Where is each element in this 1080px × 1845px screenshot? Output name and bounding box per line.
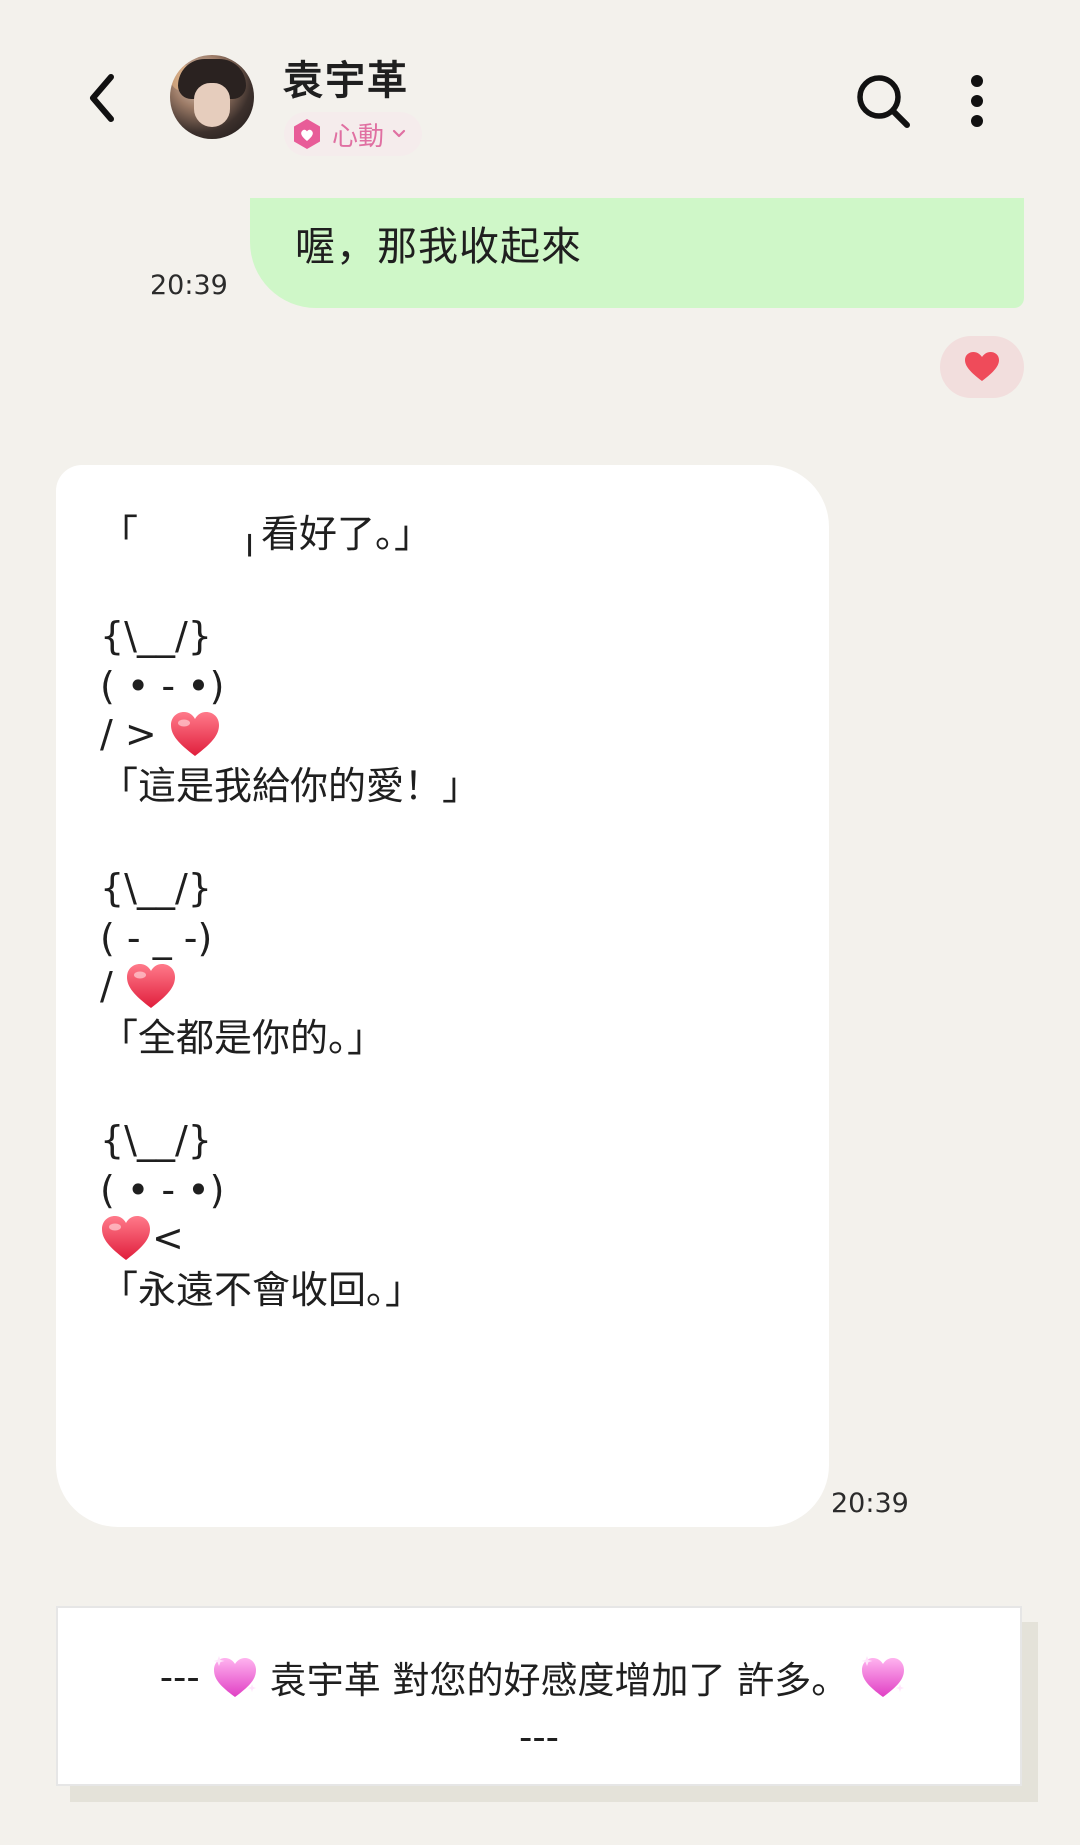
message-line: / [100,964,125,1008]
chat-header: 袁宇革 心動 [0,0,1080,190]
message-line: / > [100,712,169,756]
red-heart-emoji-icon [170,712,219,756]
chevron-left-icon [90,74,114,122]
contact-name[interactable]: 袁宇革 [283,48,409,106]
message-line: 「這是我給你的愛！」 [100,764,481,808]
avatar[interactable] [170,55,254,139]
message-line: ( • - •) [100,1168,225,1212]
sparkling-heart-icon [861,1656,905,1697]
message-line-with-heart: / > [100,709,221,759]
more-options-button[interactable] [960,70,994,132]
message-line: 「永遠不會收回。」 [100,1268,424,1312]
message-line: ( - _ -) [100,916,213,960]
notice-line: --- 袁宇革 對您的好感度增加了 許多。 [58,1650,1020,1704]
received-message-time: 20:39 [831,1488,909,1519]
message-line-with-heart: / [100,961,177,1011]
heart-reaction[interactable] [940,336,1024,398]
sent-message-text: 喔，那我收起來 [295,224,582,270]
heart-icon [965,352,999,381]
message-line: 「全都是你的。」 [100,1016,386,1060]
red-heart-emoji-icon [102,1216,150,1260]
message-line: < [152,1216,184,1260]
message-line: {\__/} [100,866,212,910]
message-line: {\__/} [100,1118,212,1162]
chevron-down-icon [392,129,406,138]
message-line: {\__/} [100,614,212,658]
mood-label: 心動 [332,121,385,152]
red-heart-emoji-icon [126,964,175,1008]
sent-message-bubble[interactable]: 喔，那我收起來 [250,198,1024,308]
more-vertical-icon [971,75,983,127]
search-button[interactable] [852,70,914,132]
sent-message-time: 20:39 [150,270,228,301]
received-message-bubble[interactable]: 「 ╷看好了。」 {\__/} ( • - •) / > 「這是我給你的愛！」 … [56,465,829,1527]
search-icon [857,75,910,128]
back-button[interactable] [72,68,132,128]
mood-dropdown[interactable]: 心動 [284,112,423,156]
message-line-with-heart: < [100,1213,184,1263]
notice-prefix: --- [159,1655,200,1699]
heart-hexagon-icon [294,119,320,149]
notice-suffix: --- [518,1716,560,1759]
message-line: ( • - •) [100,664,225,708]
message-line: 「 ╷看好了。」 [100,512,433,556]
affection-notice: --- 袁宇革 對您的好感度增加了 許多。 --- [56,1606,1022,1786]
sparkling-heart-icon [213,1656,256,1697]
notice-text: 袁宇革 對您的好感度增加了 許多。 [269,1659,849,1702]
